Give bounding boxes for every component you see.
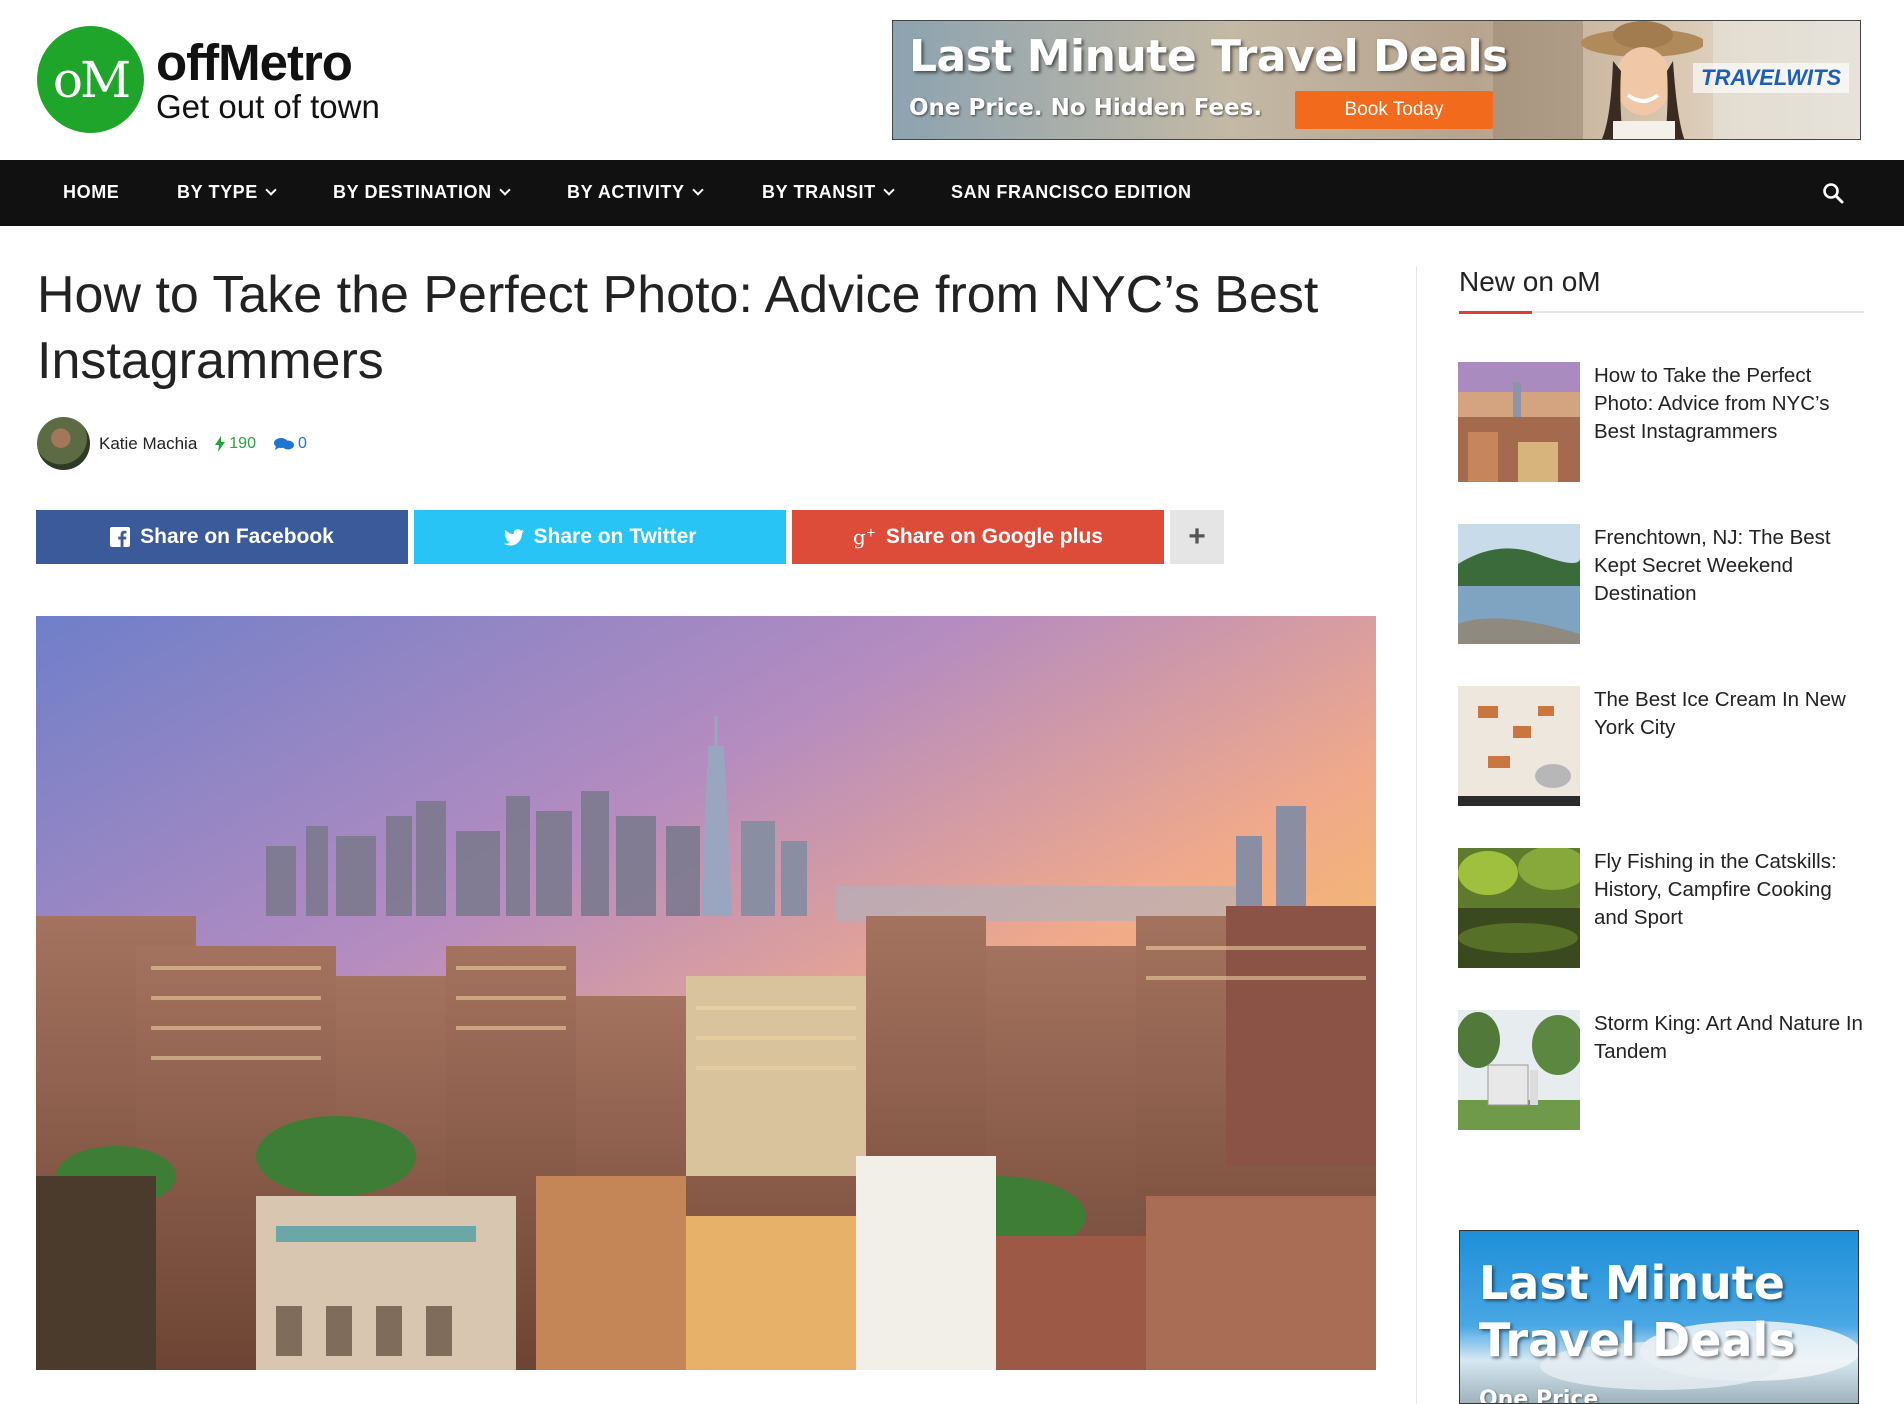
sidebar-ad-subtitle: One Price [1479,1387,1599,1404]
nav-home-label: HOME [63,182,120,202]
sidebar-post-title[interactable]: The Best Ice Cream In New York City [1594,686,1868,806]
sidebar-title: New on oM [1459,266,1601,297]
sidebar-post[interactable]: The Best Ice Cream In New York City [1458,686,1868,806]
comments-count[interactable]: 0 [273,434,307,453]
sidebar-post[interactable]: Fly Fishing in the Catskills: History, C… [1458,848,1868,968]
sidebar-title-accent [1459,311,1532,314]
nav-by-type-label: BY TYPE [177,182,258,202]
logo-mark: oM [37,26,144,133]
chevron-down-icon [691,184,704,196]
comments-icon [273,437,294,450]
nav-by-transit-label: BY TRANSIT [762,182,876,202]
sidebar-ad-title: Last Minute Travel Deals [1479,1255,1796,1369]
nav-san-francisco-label: SAN FRANCISCO EDITION [951,182,1192,202]
twitter-icon [503,528,524,545]
author-name[interactable]: Katie Machia [99,434,197,454]
chevron-down-icon [499,184,511,196]
share-twitter-label: Share on Twitter [533,525,697,548]
comments-value: 0 [297,434,307,452]
share-more-button[interactable]: + [1170,510,1224,564]
nav-home[interactable]: HOME [63,182,119,203]
post-thumbnail[interactable] [1458,524,1580,644]
main-nav: HOME BY TYPE BY DESTINATION BY ACTIVITY … [0,160,1904,226]
nav-by-activity-label: BY ACTIVITY [567,182,685,202]
facebook-icon [110,527,131,547]
ad-subtitle: One Price. No Hidden Fees. [909,95,1263,121]
sidebar-ad-title-line1: Last Minute [1479,1256,1785,1310]
nav-by-destination[interactable]: BY DESTINATION [333,182,511,203]
views-value: 190 [229,434,256,452]
article-hero-image [36,616,1376,1370]
post-thumbnail[interactable] [1458,362,1580,482]
nav-san-francisco-edition[interactable]: SAN FRANCISCO EDITION [951,182,1192,203]
share-google-label: Share on Google plus [885,525,1103,548]
post-thumbnail[interactable] [1458,686,1580,806]
article-meta: Katie Machia 190 0 [37,417,307,470]
search-icon[interactable] [1822,182,1844,204]
site-logo[interactable]: oM offMetro Get out of town [37,26,380,133]
nav-by-destination-label: BY DESTINATION [333,182,492,202]
sidebar-post[interactable]: How to Take the Perfect Photo: Advice fr… [1458,362,1868,482]
logo-name: offMetro [156,33,353,91]
share-google-plus-button[interactable]: g+ Share on Google plus [792,510,1164,564]
sidebar-post-title[interactable]: Storm King: Art And Nature In Tandem [1594,1010,1868,1130]
sidebar-post-title[interactable]: Frenchtown, NJ: The Best Kept Secret Wee… [1594,524,1868,644]
sidebar-divider [1416,266,1417,1404]
post-thumbnail[interactable] [1458,1010,1580,1130]
post-thumbnail[interactable] [1458,848,1580,968]
share-facebook-label: Share on Facebook [140,525,334,548]
sidebar-post[interactable]: Storm King: Art And Nature In Tandem [1458,1010,1868,1130]
author-avatar[interactable] [37,417,90,470]
share-facebook-button[interactable]: Share on Facebook [36,510,408,564]
sidebar-post[interactable]: Frenchtown, NJ: The Best Kept Secret Wee… [1458,524,1868,644]
share-twitter-button[interactable]: Share on Twitter [414,510,786,564]
google-plus-icon: g+ [853,525,876,549]
lightning-icon [215,435,226,452]
site-header: oM offMetro Get out of town Last Minute … [0,0,1904,160]
views-count: 190 [215,435,256,453]
nav-by-type[interactable]: BY TYPE [177,182,277,203]
chevron-down-icon [265,184,277,196]
nav-by-activity[interactable]: BY ACTIVITY [567,182,704,203]
book-today-button[interactable]: Book Today [1295,91,1493,129]
ad-title: Last Minute Travel Deals [909,31,1508,82]
article-title: How to Take the Perfect Photo: Advice fr… [37,266,1319,390]
ad-brand: TRAVELWITS [1693,63,1850,93]
sidebar-ad-title-line2: Travel Deals [1479,1313,1796,1367]
sidebar-ad-banner[interactable]: Last Minute Travel Deals One Price [1459,1230,1859,1404]
chevron-down-icon [883,184,895,196]
ad-woman-image [1581,21,1703,139]
sidebar-post-title[interactable]: How to Take the Perfect Photo: Advice fr… [1594,362,1868,482]
logo-tagline: Get out of town [156,87,380,125]
nav-by-transit[interactable]: BY TRANSIT [762,182,895,203]
sidebar-post-title[interactable]: Fly Fishing in the Catskills: History, C… [1594,848,1868,968]
header-ad-banner[interactable]: Last Minute Travel Deals One Price. No H… [892,20,1861,140]
